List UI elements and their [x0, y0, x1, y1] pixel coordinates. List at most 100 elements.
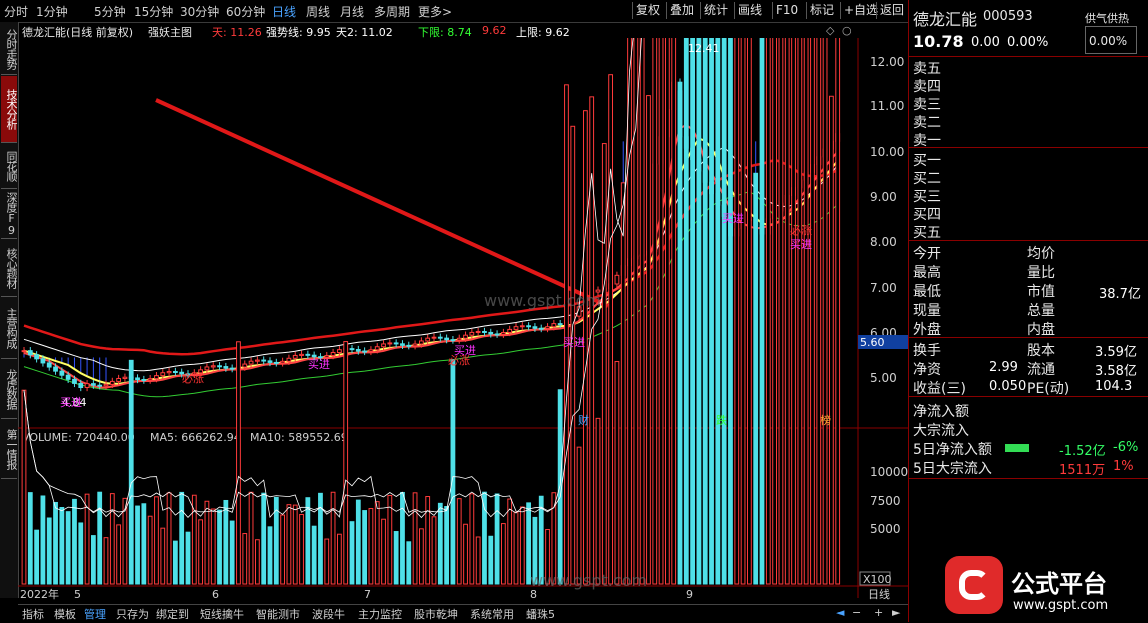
- bottom-tab[interactable]: 绑定到: [156, 606, 189, 622]
- volume-bar: [614, 361, 620, 585]
- candle-body: [242, 363, 248, 368]
- mark-button[interactable]: 标记: [806, 2, 837, 19]
- volume-bar: [217, 509, 222, 585]
- volume-bar: [639, 38, 645, 585]
- quote-sector[interactable]: 供气供热: [1085, 10, 1129, 26]
- buy-label: 买进: [563, 336, 585, 349]
- candle-body: [513, 326, 519, 330]
- date-month: 9: [686, 588, 693, 601]
- left-tab-dragon-tiger[interactable]: 龙虎数据: [1, 360, 18, 419]
- left-tab-timeshare[interactable]: 分时走势: [1, 24, 18, 75]
- bottom-tab[interactable]: 短线擒牛: [200, 606, 244, 622]
- candle-body: [217, 365, 222, 368]
- volume-bar: [248, 491, 254, 585]
- volume-bar: [198, 519, 204, 585]
- price-tick: 9.00: [870, 190, 897, 204]
- overlay-button[interactable]: 叠加: [666, 2, 697, 19]
- bottom-tab[interactable]: 蟠珠5: [526, 606, 555, 622]
- volume-bar: [53, 501, 58, 585]
- event-label: 跌: [716, 413, 727, 427]
- candle-body: [166, 371, 172, 374]
- candle-body: [368, 349, 374, 352]
- bottom-tab[interactable]: 股市乾坤: [414, 606, 458, 622]
- brand-logo-mark: [959, 570, 989, 600]
- scroll-right-icon[interactable]: ►: [892, 606, 900, 619]
- left-tab-core-theme[interactable]: 核心题材: [1, 240, 18, 297]
- bottom-tab[interactable]: 系统常用: [470, 606, 514, 622]
- flow-label: 净流入额: [913, 404, 969, 420]
- scroll-left-icon[interactable]: ◄: [836, 606, 844, 619]
- date-month: 7: [364, 588, 371, 601]
- tab-multi-period[interactable]: 多周期: [374, 3, 410, 20]
- volume-bar: [746, 38, 752, 585]
- volume-bar: [242, 533, 248, 585]
- volume-bar: [27, 492, 33, 585]
- left-tab-intel[interactable]: 第一情报: [1, 420, 18, 479]
- minus-icon[interactable]: −: [852, 606, 861, 619]
- volume-bar: [90, 535, 96, 585]
- bottom-tab[interactable]: 智能测市: [256, 606, 300, 622]
- volume-bar: [362, 510, 368, 585]
- stats-button[interactable]: 统计: [700, 2, 731, 19]
- volume-bar: [355, 499, 361, 585]
- tab-5min[interactable]: 5分钟: [94, 3, 126, 20]
- restore-right-button[interactable]: 复权: [632, 2, 663, 19]
- close-panel-icon[interactable]: ○: [842, 24, 852, 37]
- volume-bar: [620, 182, 626, 585]
- current-price-tag: 5.60: [860, 336, 885, 349]
- add-favorite-button[interactable]: +自选: [840, 2, 881, 19]
- candle-body: [305, 353, 311, 356]
- left-tab-technical[interactable]: 技术分析: [1, 76, 18, 143]
- tab-fenshi[interactable]: 分时: [4, 3, 28, 20]
- volume-bar: [418, 528, 424, 585]
- bottom-tab[interactable]: 模板: [54, 606, 76, 622]
- volume-bar: [633, 38, 639, 585]
- high-label: 12.41: [688, 42, 720, 55]
- tab-1min[interactable]: 1分钟: [36, 3, 68, 20]
- volume-bar: [374, 501, 380, 585]
- tab-60min[interactable]: 60分钟: [226, 3, 265, 20]
- left-tab-depth-f9[interactable]: 深度F9: [1, 190, 18, 239]
- candle-body: [116, 377, 122, 382]
- price-tick: 5.00: [870, 371, 897, 385]
- f10-button[interactable]: F10: [772, 2, 801, 19]
- rise-label: 必涨: [790, 224, 812, 237]
- volume-bar: [381, 518, 386, 585]
- left-tab-ths[interactable]: 同花顺: [1, 144, 18, 189]
- quote-change-pct: 0.00%: [1007, 35, 1049, 50]
- tab-30min[interactable]: 30分钟: [180, 3, 219, 20]
- bottom-tab[interactable]: 主力监控: [358, 606, 402, 622]
- candle-body: [292, 354, 298, 359]
- stat-label: 现量: [913, 303, 941, 319]
- back-button[interactable]: 返回: [876, 2, 907, 19]
- volume-bar: [463, 523, 468, 585]
- bottom-tab[interactable]: 管理: [84, 606, 106, 622]
- tab-15min[interactable]: 15分钟: [134, 3, 173, 20]
- bottom-tab[interactable]: 波段牛: [312, 606, 345, 622]
- stat-label: 今开: [913, 246, 941, 262]
- volume-bar: [652, 38, 658, 585]
- bottom-tab[interactable]: 指标: [22, 606, 44, 622]
- tab-daily[interactable]: 日线: [272, 3, 296, 20]
- volume-bar: [494, 493, 500, 585]
- volume-bar: [78, 522, 84, 585]
- draw-line-button[interactable]: 画线: [734, 2, 765, 19]
- kline-chart[interactable]: 12.00 11.00 10.00 9.00 8.00 7.00 6.00 5.…: [18, 38, 908, 604]
- diamond-icon[interactable]: ◇: [826, 24, 834, 37]
- candle-body: [261, 359, 267, 362]
- plus-icon[interactable]: +: [874, 606, 883, 619]
- candle-body: [494, 333, 500, 336]
- buy-label: 买进: [308, 358, 330, 371]
- bottom-tab[interactable]: 只存为: [116, 606, 149, 622]
- candle-body: [431, 336, 437, 339]
- volume-bar: [797, 38, 803, 585]
- volume-bar: [179, 491, 185, 585]
- tab-weekly[interactable]: 周线: [306, 3, 330, 20]
- buy-label: 买进: [60, 396, 82, 409]
- tab-more[interactable]: 更多>: [418, 3, 452, 20]
- volume-bar: [59, 507, 65, 585]
- tab-monthly[interactable]: 月线: [340, 3, 364, 20]
- volume-bar: [734, 38, 740, 585]
- left-tab-business[interactable]: 主营构成: [1, 298, 18, 359]
- volume-bar: [311, 525, 317, 585]
